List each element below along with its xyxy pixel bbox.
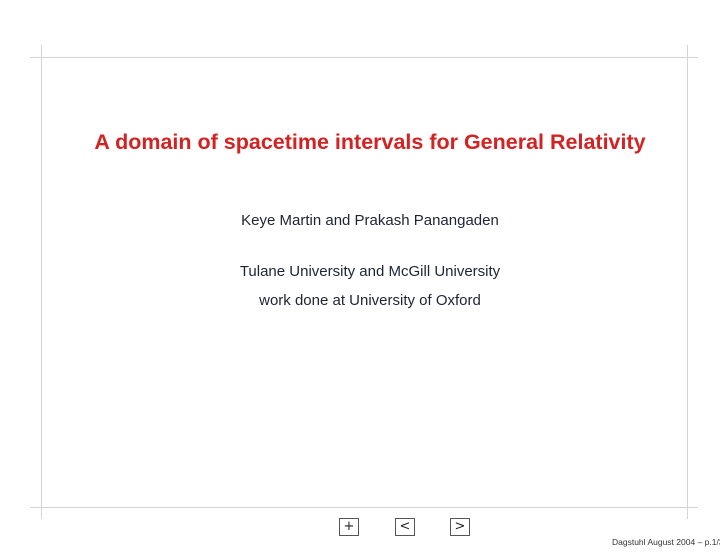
frame-top-line xyxy=(30,57,698,58)
plus-button[interactable]: + xyxy=(339,518,359,536)
authors-line: Keye Martin and Prakash Panangaden xyxy=(241,212,499,229)
footer-page-indicator: Dagstuhl August 2004 – p.1/33 xyxy=(612,537,720,547)
note-line: work done at University of Oxford xyxy=(259,292,481,309)
previous-slide-button[interactable]: < xyxy=(395,518,415,536)
slide-title: A domain of spacetime intervals for Gene… xyxy=(94,130,646,154)
frame-left-line xyxy=(41,45,42,519)
frame-bottom-line xyxy=(30,507,698,508)
affiliation-line: Tulane University and McGill University xyxy=(239,263,501,280)
frame-right-line xyxy=(687,45,688,519)
next-slide-button[interactable]: > xyxy=(450,518,470,536)
